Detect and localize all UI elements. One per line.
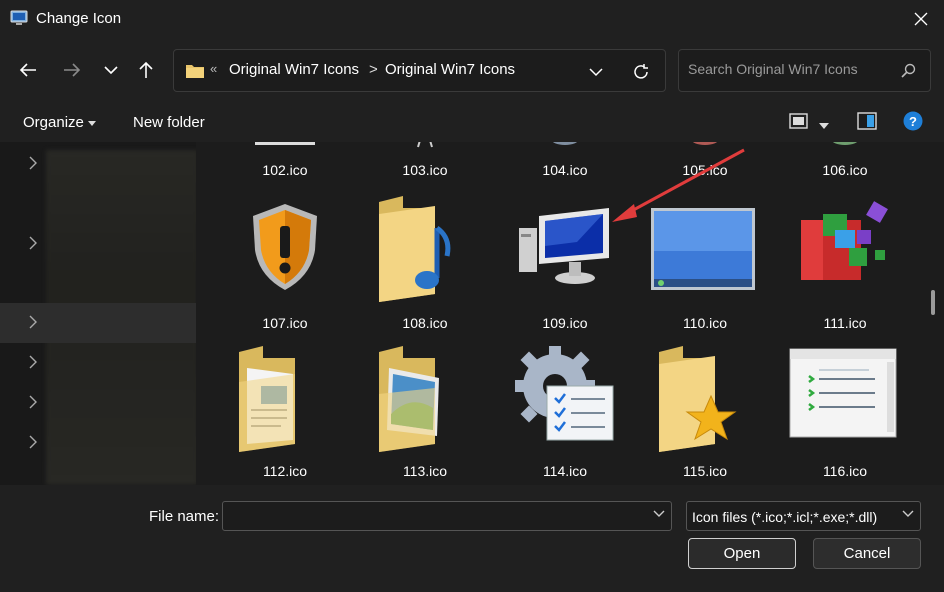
list-window-icon (789, 348, 897, 438)
gear-checklist-icon (515, 346, 614, 441)
partial-icon (255, 142, 315, 145)
back-button[interactable] (12, 54, 44, 86)
recent-locations-button[interactable] (95, 54, 127, 86)
navigation-bar: « Original Win7 Icons > Original Win7 Ic… (0, 38, 944, 102)
file-item[interactable]: 116.ico (787, 330, 903, 479)
chevron-down-icon[interactable] (653, 510, 665, 518)
cancel-button[interactable]: Cancel (813, 538, 921, 569)
file-name: 109.ico (542, 315, 588, 331)
change-view-button[interactable] (788, 110, 810, 132)
organize-button[interactable]: Organize (23, 114, 84, 131)
file-item[interactable]: 107.ico (227, 182, 343, 331)
expand-chevron-icon[interactable] (27, 435, 39, 449)
view-icon (789, 113, 808, 129)
scrollbar-thumb[interactable] (931, 290, 935, 315)
file-name: 112.ico (262, 463, 308, 479)
file-name-input[interactable] (229, 508, 639, 524)
search-icon (901, 63, 916, 78)
title-bar: Change Icon (0, 0, 944, 38)
up-arrow-icon (139, 61, 153, 78)
partial-icon (832, 142, 858, 145)
pictures-folder-icon (379, 346, 439, 452)
vertical-scrollbar[interactable] (926, 142, 944, 485)
file-name-combobox[interactable] (222, 501, 672, 531)
address-dropdown-button[interactable] (584, 62, 608, 82)
forward-button[interactable] (56, 54, 88, 86)
file-name: 115.ico (682, 463, 728, 479)
documents-folder-icon (239, 346, 295, 452)
chevron-down-icon (589, 67, 603, 76)
file-item[interactable]: 103.ico (367, 142, 483, 178)
chevron-down-icon (104, 66, 118, 75)
shield-warning-icon (253, 204, 317, 290)
address-bar[interactable]: « Original Win7 Icons > Original Win7 Ic… (173, 49, 666, 92)
up-button[interactable] (130, 54, 162, 86)
file-name: 106.ico (822, 162, 868, 178)
close-button[interactable] (898, 0, 944, 38)
file-item[interactable]: 102.ico (227, 142, 343, 178)
annotation-arrow (612, 148, 745, 222)
expand-chevron-icon[interactable] (27, 236, 39, 250)
file-item[interactable]: 113.ico (367, 330, 483, 479)
favorites-folder-icon (659, 346, 737, 452)
preview-pane-icon (857, 112, 877, 130)
file-name: 107.ico (262, 315, 308, 331)
expand-chevron-icon[interactable] (27, 315, 39, 329)
file-name: 108.ico (402, 315, 448, 331)
defrag-blocks-icon (801, 201, 888, 280)
caret-down-icon (88, 121, 96, 126)
window-title: Change Icon (36, 10, 122, 27)
caret-down-icon (819, 123, 829, 129)
file-item[interactable]: 106.ico (787, 142, 903, 178)
chevron-down-icon (902, 510, 914, 517)
partial-icon (417, 142, 433, 148)
open-button[interactable]: Open (688, 538, 796, 569)
expand-chevron-icon[interactable] (27, 395, 39, 409)
file-type-filter-value: Icon files (*.ico;*.icl;*.exe;*.dll) (692, 509, 878, 525)
file-item[interactable]: 111.ico (787, 182, 903, 331)
breadcrumb-separator[interactable]: > (369, 61, 378, 78)
breadcrumb-item-current[interactable]: Original Win7 Icons (385, 61, 515, 78)
file-name: 103.ico (402, 162, 448, 178)
file-item[interactable]: 114.ico (507, 330, 623, 479)
new-folder-button[interactable]: New folder (133, 114, 205, 131)
search-input[interactable] (688, 61, 888, 77)
folder-icon (186, 65, 204, 78)
file-type-filter[interactable]: Icon files (*.ico;*.icl;*.exe;*.dll) (686, 501, 921, 531)
navigation-pane[interactable] (0, 142, 196, 485)
help-icon: ? (903, 111, 923, 131)
file-name: 116.ico (822, 463, 868, 479)
file-name-label: File name: (149, 508, 220, 525)
back-arrow-icon (19, 63, 36, 77)
close-icon (914, 12, 928, 26)
refresh-button[interactable] (629, 61, 653, 83)
file-item[interactable]: 108.ico (367, 182, 483, 331)
file-name: 111.ico (823, 315, 867, 331)
file-list[interactable]: 102.ico 103.ico 104.ico 105.ico 106.ico … (196, 142, 926, 485)
partial-icon (552, 142, 578, 145)
expand-chevron-icon[interactable] (27, 156, 39, 170)
breadcrumb-item[interactable]: Original Win7 Icons (229, 61, 359, 78)
file-dialog-footer: File name: Icon files (*.ico;*.icl;*.exe… (0, 485, 944, 592)
file-item[interactable]: 112.ico (227, 330, 343, 479)
search-box[interactable] (678, 49, 931, 92)
refresh-icon (634, 64, 648, 79)
forward-arrow-icon (64, 63, 81, 77)
file-item[interactable]: 115.ico (647, 330, 763, 479)
view-options-dropdown[interactable] (819, 116, 833, 129)
preview-pane-button[interactable] (856, 110, 880, 132)
file-name: 113.ico (402, 463, 448, 479)
help-button[interactable]: ? (903, 111, 923, 131)
monitor-icon (10, 10, 28, 25)
file-name: 114.ico (542, 463, 588, 479)
svg-text:?: ? (909, 114, 917, 129)
overflow-chevron[interactable]: « (210, 61, 217, 76)
file-name: 102.ico (262, 162, 308, 178)
file-name: 110.ico (682, 315, 728, 331)
expand-chevron-icon[interactable] (27, 355, 39, 369)
music-folder-icon (379, 196, 451, 302)
computer-monitor-icon (519, 208, 609, 284)
